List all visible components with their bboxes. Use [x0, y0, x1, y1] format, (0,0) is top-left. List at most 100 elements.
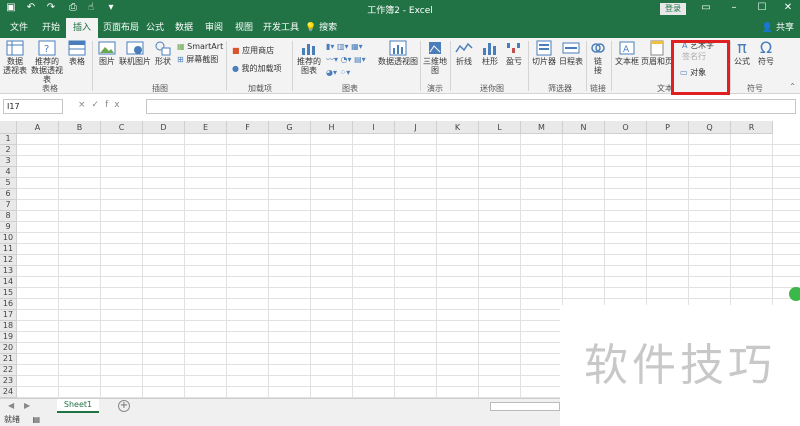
row-header[interactable]: 1 [0, 134, 17, 145]
row-header[interactable]: 23 [0, 376, 17, 387]
tab-formulas[interactable]: 公式 [142, 18, 168, 38]
column-header[interactable]: J [395, 121, 437, 134]
column-header[interactable]: P [647, 121, 689, 134]
formula-input[interactable] [146, 99, 796, 114]
sheet-tab-sheet1[interactable]: Sheet1 [57, 399, 99, 413]
column-header[interactable]: E [185, 121, 227, 134]
sparkline-line-button[interactable]: 折线 [452, 40, 476, 66]
cancel-icon[interactable]: × [78, 100, 92, 110]
screenshot-button[interactable]: ⊞ 屏幕截图 [177, 55, 218, 65]
row-header[interactable]: 14 [0, 277, 17, 288]
column-header[interactable]: Q [689, 121, 731, 134]
column-header[interactable]: N [563, 121, 605, 134]
share-button[interactable]: 👤 共享 [762, 18, 794, 38]
screenshot-icon: ⊞ [177, 55, 184, 64]
row-header[interactable]: 24 [0, 387, 17, 398]
row-header[interactable]: 17 [0, 310, 17, 321]
column-header[interactable]: K [437, 121, 479, 134]
row-header[interactable]: 20 [0, 343, 17, 354]
tab-home[interactable]: 开始 [36, 18, 66, 38]
column-header[interactable]: R [731, 121, 773, 134]
symbol-button[interactable]: Ω 符号 [756, 40, 776, 67]
recommended-pivot-label: 推荐的 数据透视表 [31, 57, 63, 84]
name-box[interactable]: I17 [3, 99, 63, 114]
enter-icon[interactable]: ✓ [92, 100, 106, 110]
chart-types-row2[interactable]: 〰▾ ◔▾ ▤▾ [326, 55, 366, 65]
minimize-icon[interactable]: – [726, 2, 742, 13]
recommended-pivot-button[interactable]: ? 推荐的 数据透视表 [28, 40, 66, 84]
side-badge-icon[interactable] [789, 287, 800, 301]
row-header[interactable]: 4 [0, 167, 17, 178]
login-button[interactable]: 登录 [660, 3, 686, 15]
shapes-button[interactable]: 形状 [152, 40, 174, 66]
row-header[interactable]: 18 [0, 321, 17, 332]
row-header[interactable]: 16 [0, 299, 17, 310]
insert-function-icon[interactable]: fx [105, 100, 126, 110]
tab-file[interactable]: 文件 [4, 18, 34, 38]
row-header[interactable]: 11 [0, 244, 17, 255]
collapse-ribbon-icon[interactable]: ⌃ [789, 82, 796, 91]
tab-page-layout[interactable]: 页面布局 [100, 18, 142, 38]
recommended-charts-button[interactable]: 推荐的 图表 [296, 40, 322, 75]
tab-developer[interactable]: 开发工具 [260, 18, 302, 38]
equation-button[interactable]: π 公式 [732, 40, 752, 67]
picture-button[interactable]: 图片 [96, 40, 118, 66]
store-button[interactable]: ■ 应用商店 [232, 46, 274, 56]
column-header[interactable]: M [521, 121, 563, 134]
chart-types-row3[interactable]: ◕▾ ⁘▾ [326, 68, 350, 78]
row-header[interactable]: 8 [0, 211, 17, 222]
sparkline-column-button[interactable]: 柱形 [478, 40, 502, 66]
row-header[interactable]: 19 [0, 332, 17, 343]
add-sheet-icon[interactable]: + [118, 400, 130, 412]
row-header[interactable]: 9 [0, 222, 17, 233]
chart-types-row1[interactable]: ▮▾ ▥▾ ▦▾ [326, 42, 363, 52]
tab-view[interactable]: 视图 [230, 18, 258, 38]
column-header[interactable]: H [311, 121, 353, 134]
3d-map-button[interactable]: 三维地 图 [422, 40, 448, 75]
sheet-prev-icon[interactable]: ◀ [8, 401, 14, 410]
slicer-button[interactable]: 切片器 [530, 40, 558, 66]
column-header[interactable]: G [269, 121, 311, 134]
header-footer-button[interactable]: 页眉和页 [640, 40, 674, 66]
row-header[interactable]: 3 [0, 156, 17, 167]
timeline-button[interactable]: 日程表 [558, 40, 584, 66]
tab-review[interactable]: 审阅 [200, 18, 228, 38]
column-header[interactable]: F [227, 121, 269, 134]
link-button[interactable]: 链 接 [588, 40, 608, 75]
sparkline-winloss-button[interactable]: 盈亏 [502, 40, 526, 66]
column-header[interactable]: D [143, 121, 185, 134]
row-header[interactable]: 7 [0, 200, 17, 211]
pivot-chart-button[interactable]: 数据透视图 [378, 40, 418, 66]
tab-data[interactable]: 数据 [170, 18, 198, 38]
maximize-icon[interactable]: ☐ [754, 2, 770, 13]
row-header[interactable]: 15 [0, 288, 17, 299]
ribbon-display-icon[interactable]: ▭ [698, 2, 714, 13]
tab-insert[interactable]: 插入 [66, 18, 98, 38]
smartart-button[interactable]: ▦ SmartArt [177, 42, 223, 52]
column-header[interactable]: O [605, 121, 647, 134]
column-header[interactable]: A [17, 121, 59, 134]
macro-record-icon[interactable]: ▤ [33, 415, 41, 424]
row-header[interactable]: 10 [0, 233, 17, 244]
row-header[interactable]: 6 [0, 189, 17, 200]
pivot-table-button[interactable]: 数据 透视表 [2, 40, 28, 75]
column-header[interactable]: B [59, 121, 101, 134]
horizontal-scrollbar[interactable] [490, 402, 560, 411]
table-button[interactable]: 表格 [66, 40, 88, 66]
select-all-corner[interactable] [0, 121, 17, 134]
row-header[interactable]: 13 [0, 266, 17, 277]
column-header[interactable]: C [101, 121, 143, 134]
row-header[interactable]: 5 [0, 178, 17, 189]
my-addins-button[interactable]: ● 我的加载项 [232, 64, 282, 74]
row-header[interactable]: 22 [0, 365, 17, 376]
textbox-button[interactable]: A 文本框 [614, 40, 640, 66]
tell-me-search[interactable]: 💡 搜索 [305, 18, 337, 38]
column-header[interactable]: L [479, 121, 521, 134]
online-picture-button[interactable]: 联机图片 [118, 40, 152, 66]
row-header[interactable]: 2 [0, 145, 17, 156]
row-header[interactable]: 21 [0, 354, 17, 365]
column-header[interactable]: I [353, 121, 395, 134]
sheet-next-icon[interactable]: ▶ [24, 401, 30, 410]
row-header[interactable]: 12 [0, 255, 17, 266]
close-icon[interactable]: ✕ [780, 2, 796, 13]
